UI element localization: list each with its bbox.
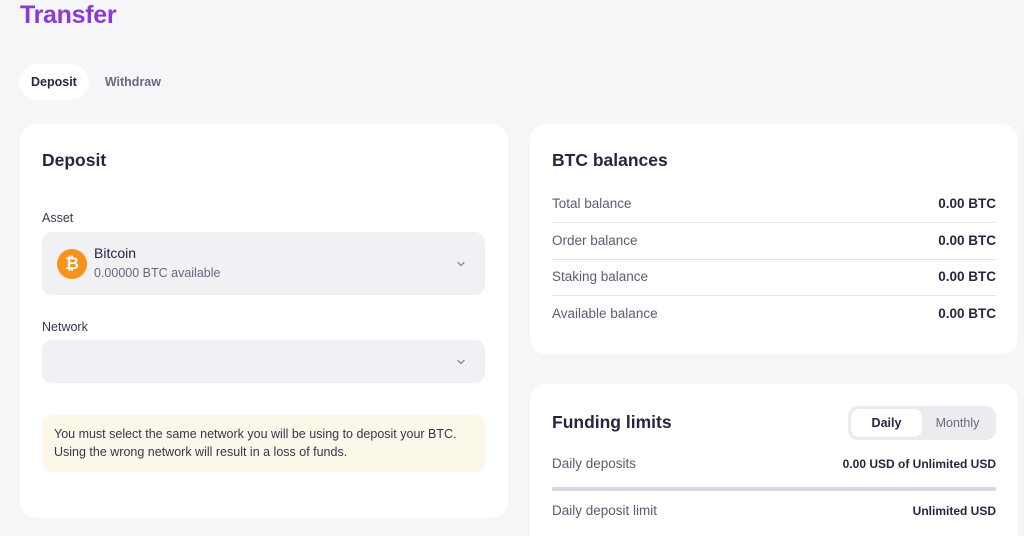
chevron-down-icon — [457, 261, 465, 266]
deposit-usage-bar — [552, 487, 996, 491]
balance-value: 0.00 BTC — [938, 196, 996, 211]
network-warning: You must select the same network you wil… — [42, 414, 485, 472]
network-select[interactable] — [42, 340, 485, 383]
asset-name: Bitcoin — [94, 245, 137, 261]
balance-label: Available balance — [552, 306, 658, 321]
daily-limit-value: Unlimited USD — [912, 503, 996, 518]
funding-limits-card: Funding limits Daily Monthly Daily depos… — [530, 384, 1018, 536]
balance-label: Staking balance — [552, 269, 649, 284]
period-toggle: Daily Monthly — [848, 406, 996, 440]
daily-deposits-value: 0.00 USD of Unlimited USD — [842, 456, 996, 471]
transfer-tabs: Deposit Withdraw — [19, 64, 173, 100]
chevron-down-icon — [457, 359, 465, 364]
network-label: Network — [42, 320, 88, 334]
tab-withdraw[interactable]: Withdraw — [93, 64, 173, 100]
deposit-card: Deposit Asset ₿ Bitcoin 0.00000 BTC avai… — [20, 124, 508, 518]
tab-deposit[interactable]: Deposit — [19, 64, 89, 100]
daily-limit-label: Daily deposit limit — [552, 503, 658, 518]
daily-limit-row: Daily deposit limit Unlimited USD — [552, 503, 996, 518]
asset-label: Asset — [42, 211, 74, 225]
daily-deposits-row: Daily deposits 0.00 USD of Unlimited USD — [552, 456, 996, 471]
period-monthly-button[interactable]: Monthly — [922, 409, 993, 437]
balance-value: 0.00 BTC — [938, 269, 996, 284]
deposit-title: Deposit — [42, 150, 107, 170]
daily-deposits-label: Daily deposits — [552, 456, 637, 471]
period-daily-button[interactable]: Daily — [851, 409, 922, 437]
limits-title: Funding limits — [552, 412, 672, 432]
asset-select[interactable]: ₿ Bitcoin 0.00000 BTC available — [42, 232, 485, 295]
balance-value: 0.00 BTC — [938, 233, 996, 248]
balance-value: 0.00 BTC — [938, 306, 996, 321]
balance-row-total: Total balance 0.00 BTC — [552, 185, 996, 222]
page-title: Transfer — [20, 1, 117, 29]
balance-row-staking: Staking balance 0.00 BTC — [552, 258, 996, 295]
asset-available: 0.00000 BTC available — [94, 266, 221, 280]
balance-label: Order balance — [552, 233, 638, 248]
bitcoin-icon: ₿ — [57, 249, 87, 279]
balance-row-available: Available balance 0.00 BTC — [552, 295, 996, 332]
balance-label: Total balance — [552, 196, 632, 211]
balances-title: BTC balances — [552, 150, 668, 170]
balance-row-order: Order balance 0.00 BTC — [552, 222, 996, 259]
btc-balances-card: BTC balances Total balance 0.00 BTC Orde… — [530, 124, 1018, 354]
